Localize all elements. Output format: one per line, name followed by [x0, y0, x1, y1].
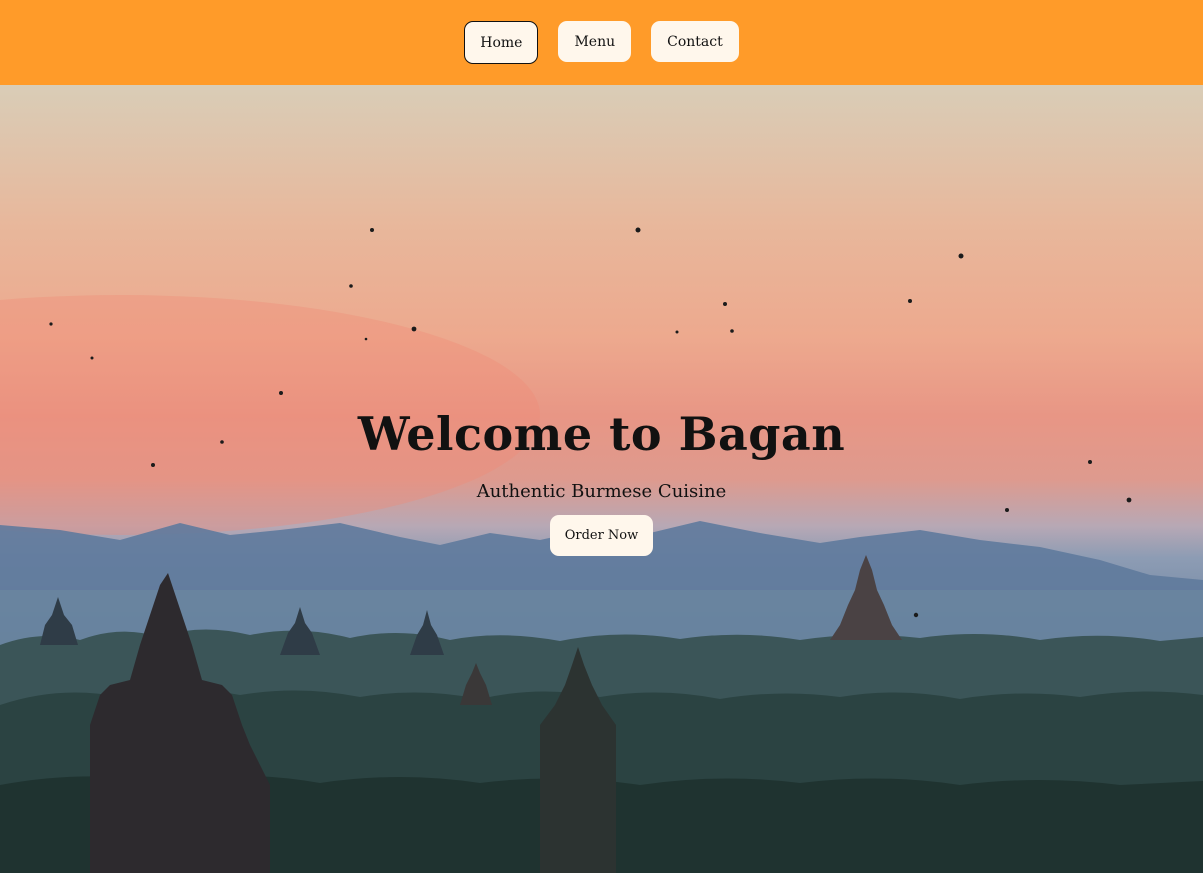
hero-subtitle: Authentic Burmese Cuisine	[476, 481, 727, 502]
hero-content: Welcome to Bagan Authentic Burmese Cuisi…	[0, 407, 1203, 556]
nav-menu-button[interactable]: Menu	[558, 21, 632, 62]
order-now-button[interactable]: Order Now	[549, 515, 654, 556]
hero-section: Welcome to Bagan Authentic Burmese Cuisi…	[0, 85, 1203, 873]
nav-contact-button[interactable]: Contact	[651, 21, 739, 62]
top-navigation-bar: Home Menu Contact	[0, 0, 1203, 85]
hero-title: Welcome to Bagan	[357, 407, 846, 461]
nav-home-button[interactable]: Home	[464, 21, 539, 64]
